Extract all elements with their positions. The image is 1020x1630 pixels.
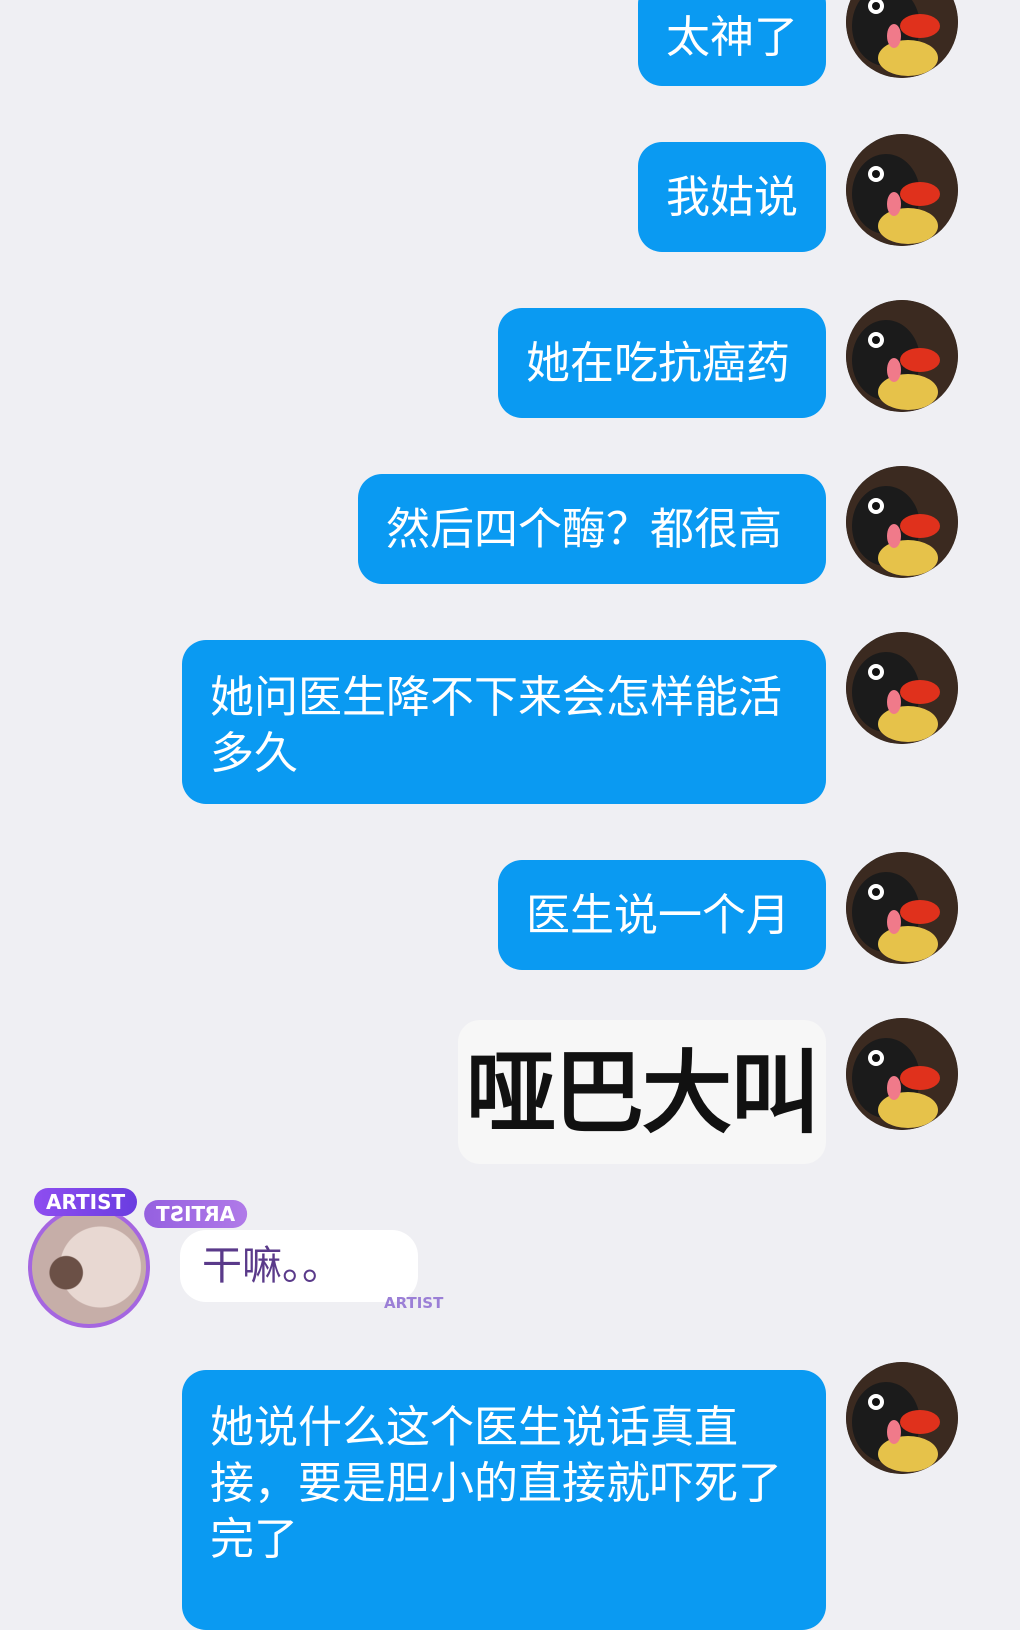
penguin-avatar-icon[interactable] xyxy=(846,852,958,964)
penguin-avatar-icon[interactable] xyxy=(846,632,958,744)
outgoing-message-bubble[interactable]: 她说什么这个医生说话真直接，要是胆小的直接就吓死了完了 xyxy=(182,1370,826,1630)
outgoing-message-bubble[interactable]: 太神了 xyxy=(638,0,826,86)
user-avatar-icon[interactable] xyxy=(28,1206,150,1328)
outgoing-message-bubble[interactable]: 医生说一个月 xyxy=(498,860,826,970)
outgoing-message-bubble[interactable]: 她问医生降不下来会怎样能活多久 xyxy=(182,640,826,804)
penguin-avatar-icon[interactable] xyxy=(846,466,958,578)
penguin-avatar-icon[interactable] xyxy=(846,1018,958,1130)
penguin-avatar-icon[interactable] xyxy=(846,134,958,246)
outgoing-message-bubble[interactable]: 然后四个酶？都很高 xyxy=(358,474,826,584)
artist-badge-mirrored: ARTIST xyxy=(144,1200,248,1228)
artist-bubble-mark: ARTIST xyxy=(384,1294,444,1312)
outgoing-message-bubble[interactable]: 她在吃抗癌药 xyxy=(498,308,826,418)
sticker-message[interactable]: 哑巴大叫 xyxy=(458,1020,826,1164)
artist-badge: ARTIST xyxy=(34,1188,138,1216)
outgoing-message-bubble[interactable]: 我姑说 xyxy=(638,142,826,252)
penguin-avatar-icon[interactable] xyxy=(846,1362,958,1474)
chat-message-list[interactable]: 太神了 我姑说 她在吃抗癌药 然后四个酶？都很高 她问医生降不下来会怎样能活多久… xyxy=(0,0,1020,1630)
incoming-message-bubble[interactable]: 干嘛。。 xyxy=(180,1230,418,1302)
penguin-avatar-icon[interactable] xyxy=(846,300,958,412)
penguin-avatar-icon[interactable] xyxy=(846,0,958,78)
